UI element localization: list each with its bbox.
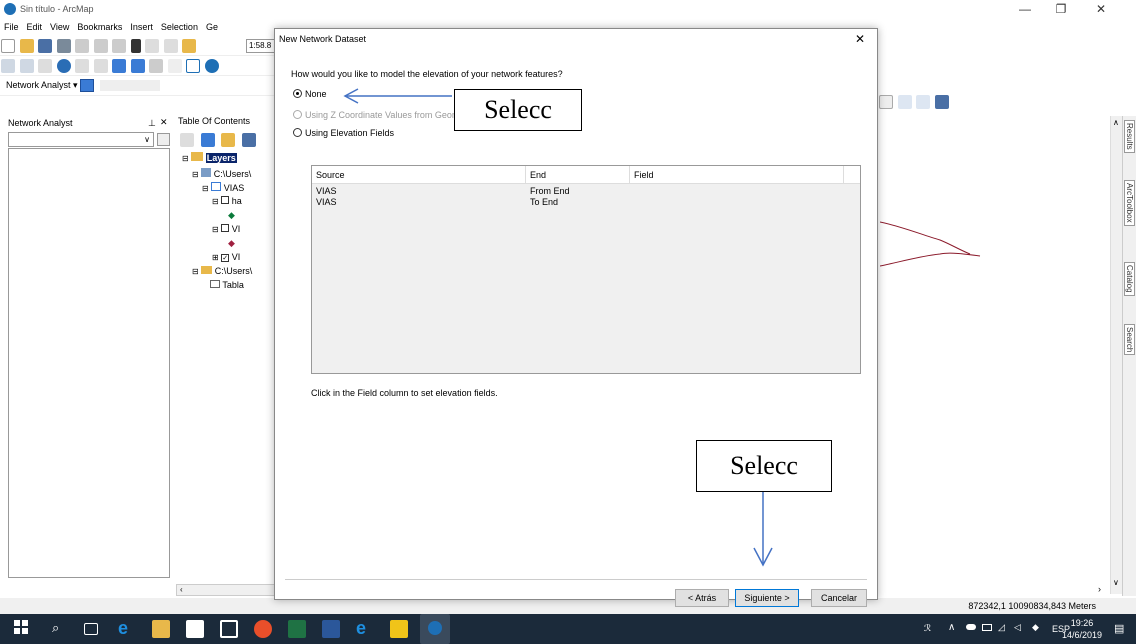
store-icon[interactable] — [186, 620, 204, 638]
windows-taskbar: ⌕ e e ℛ ∧ ◿ ◁ ◆ ESP ▤ — [0, 614, 1136, 644]
word-icon[interactable] — [322, 620, 340, 638]
tray-chevron-icon[interactable]: ∧ — [948, 622, 955, 633]
chrome-icon[interactable] — [254, 620, 272, 638]
windows-start-icon[interactable] — [14, 620, 32, 638]
dropbox-icon[interactable]: ◆ — [1032, 622, 1039, 633]
notifications-icon[interactable]: ▤ — [1114, 622, 1124, 635]
wifi-icon[interactable]: ◿ — [998, 622, 1005, 633]
task-view-icon[interactable] — [84, 623, 98, 635]
sticky-notes-icon[interactable] — [390, 620, 408, 638]
file-explorer-icon[interactable] — [152, 620, 170, 638]
annotation-arrows — [343, 88, 773, 567]
mail-icon[interactable] — [220, 620, 238, 638]
volume-icon[interactable]: ◁ — [1014, 622, 1021, 633]
battery-icon[interactable] — [982, 624, 992, 631]
internet-explorer-icon[interactable]: e — [356, 618, 374, 638]
taskbar-clock[interactable]: 19:26 14/6/2019 — [1062, 617, 1102, 641]
edge-icon[interactable]: e — [118, 618, 136, 638]
people-icon[interactable]: ℛ — [924, 623, 931, 634]
clock-date: 14/6/2019 — [1061, 630, 1102, 640]
arcmap-taskbar-icon[interactable] — [420, 614, 450, 644]
excel-icon[interactable] — [288, 620, 306, 638]
search-icon[interactable]: ⌕ — [52, 620, 70, 638]
clock-time: 19:26 — [1070, 618, 1094, 628]
onedrive-icon[interactable] — [966, 624, 976, 630]
